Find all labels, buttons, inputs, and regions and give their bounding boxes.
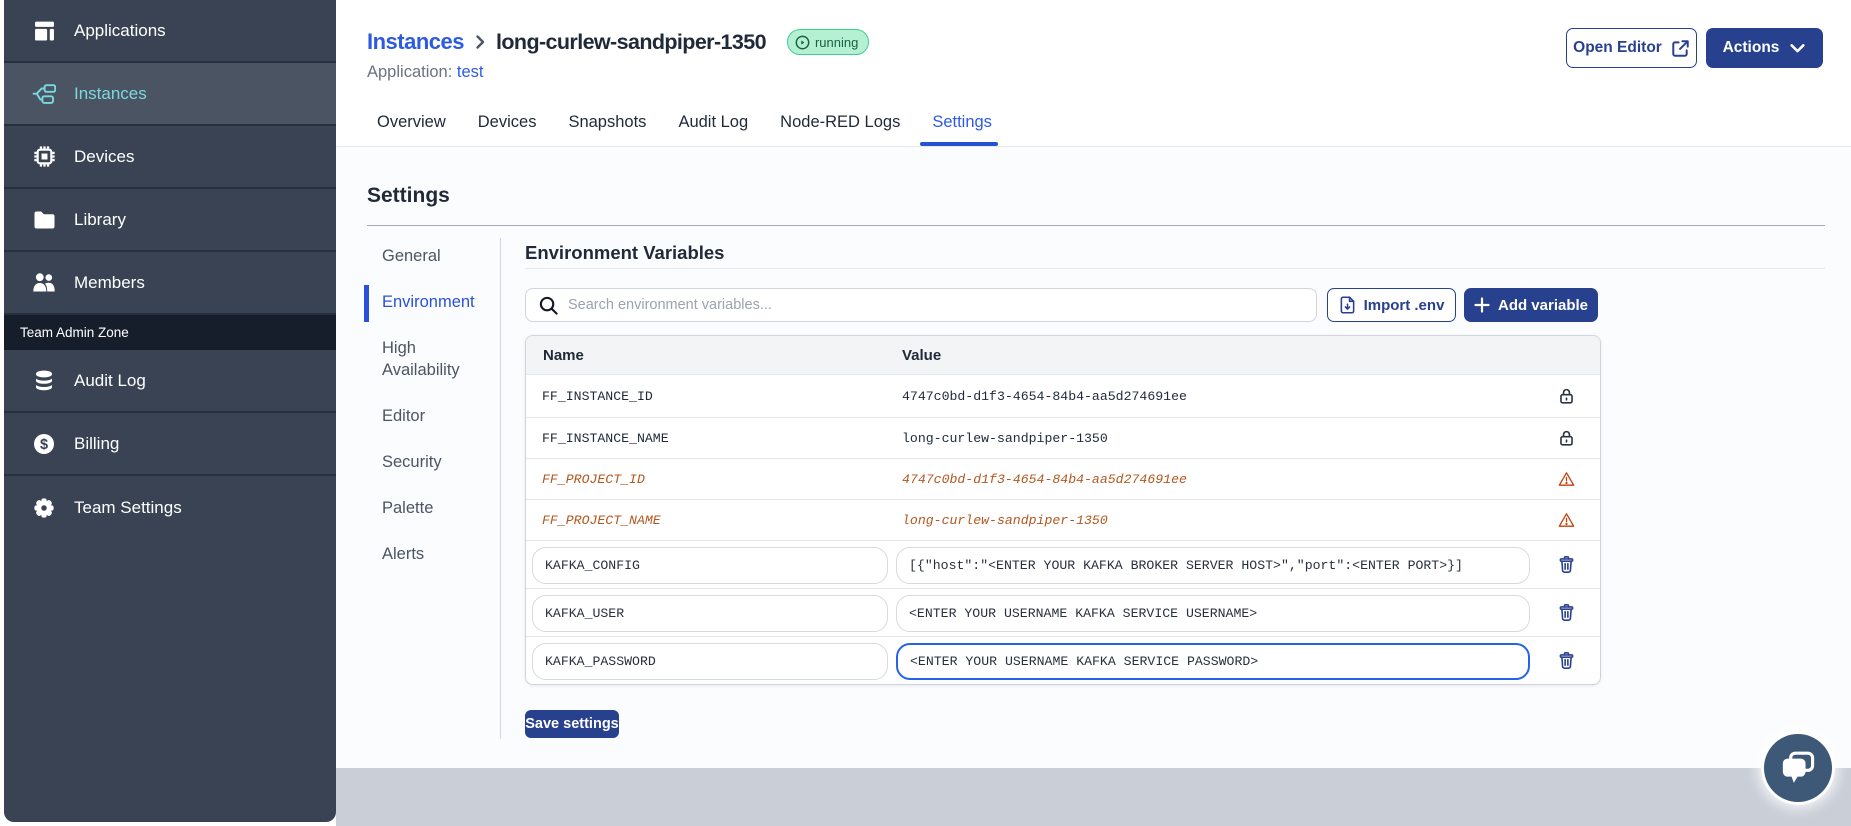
svg-text:$: $ bbox=[40, 437, 48, 453]
